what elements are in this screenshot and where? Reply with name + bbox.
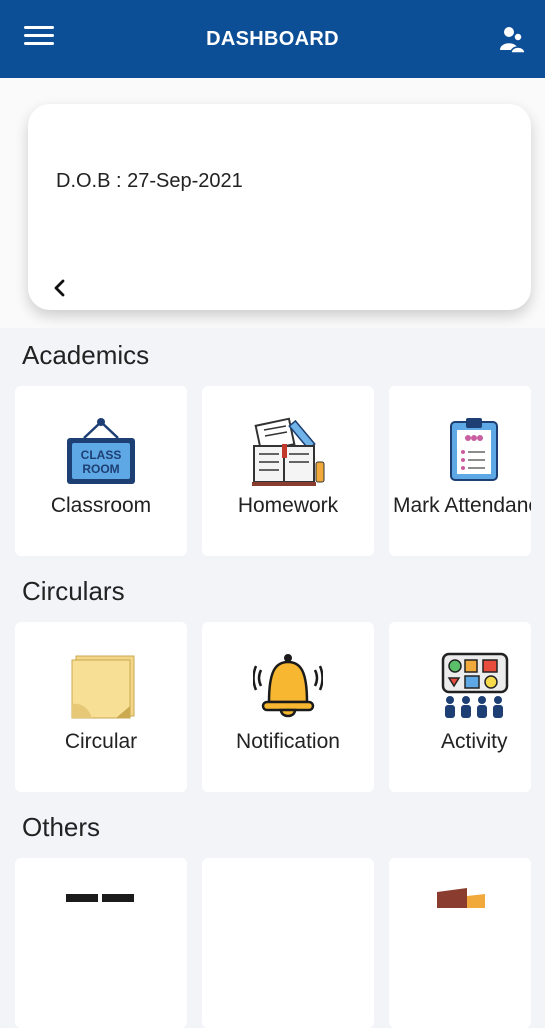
sticky-note-icon	[71, 655, 135, 719]
tile-others-1[interactable]	[15, 858, 187, 1028]
chevron-left-icon[interactable]	[50, 276, 70, 300]
tile-label-classroom: Classroom	[50, 494, 152, 517]
tile-activity[interactable]: Activity	[389, 622, 531, 792]
tile-label-activity: Activity	[441, 730, 508, 753]
timetable-icon	[66, 894, 134, 902]
tile-label-mark-attendance: Mark Attendance	[393, 494, 531, 517]
profile-switch-icon[interactable]	[497, 24, 527, 54]
section-title-others: Others	[22, 812, 101, 842]
board-icon	[437, 888, 485, 908]
app-bar: DASHBOARD	[0, 0, 545, 78]
tile-label-notification: Notification	[236, 730, 340, 753]
student-info-card: D.O.B : 27-Sep-2021	[28, 104, 531, 310]
tile-circular[interactable]: Circular	[15, 622, 187, 792]
clipboard-attendance-icon	[450, 418, 498, 481]
page-title: DASHBOARD	[206, 28, 339, 50]
svg-text:ROOM: ROOM	[82, 462, 119, 476]
svg-text:CLASS: CLASS	[81, 448, 122, 462]
tile-notification[interactable]: Notification	[202, 622, 374, 792]
tile-others-2[interactable]	[202, 858, 374, 1028]
homework-book-icon	[252, 417, 325, 486]
section-title-academics: Academics	[22, 340, 150, 370]
tile-mark-attendance[interactable]: Mark Attendance	[389, 386, 531, 556]
tile-others-3[interactable]	[389, 858, 531, 1028]
date-of-birth: D.O.B : 27-Sep-2021	[56, 170, 243, 192]
classroom-sign-icon: CLASS ROOM	[67, 418, 135, 484]
bell-icon	[253, 654, 323, 718]
tile-label-homework: Homework	[237, 494, 339, 517]
tile-homework[interactable]: Homework	[202, 386, 374, 556]
section-title-circulars: Circulars	[22, 576, 125, 606]
tile-classroom[interactable]: CLASS ROOM Classroom	[15, 386, 187, 556]
activity-board-icon	[441, 652, 509, 718]
tile-label-circular: Circular	[64, 730, 138, 753]
